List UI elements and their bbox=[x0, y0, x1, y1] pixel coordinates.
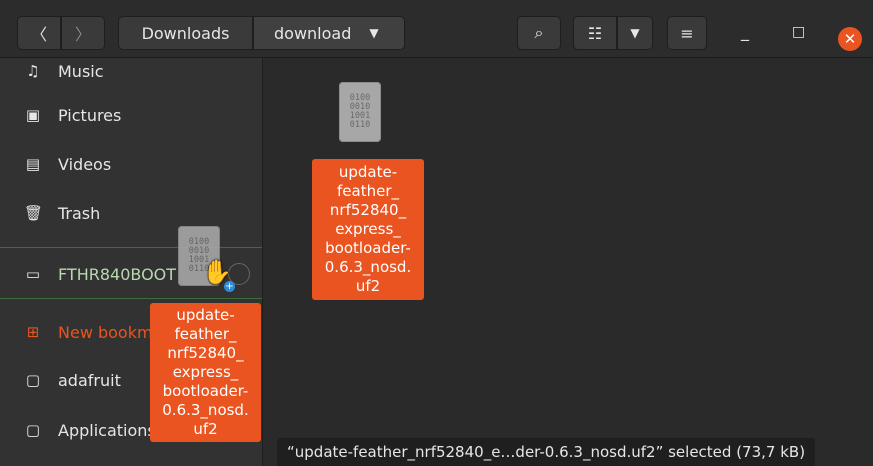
drag-file-name-label: update- feather_ nrf52840_ express_ boot… bbox=[150, 303, 261, 442]
file-name-line: express_ bbox=[335, 220, 401, 238]
view-toggle-button[interactable]: ☷ bbox=[573, 16, 617, 50]
file-name-line: bootloader- bbox=[162, 382, 249, 400]
folder-icon: ▢ bbox=[25, 421, 41, 439]
search-button[interactable]: ⌕ bbox=[517, 16, 561, 50]
breadcrumb-downloads[interactable]: Downloads bbox=[118, 16, 253, 50]
file-name-line: update- bbox=[176, 306, 235, 324]
file-name-line: nrf52840_ bbox=[167, 344, 244, 362]
file-name-line: bootloader- bbox=[325, 239, 411, 257]
hamburger-menu-icon: ≡ bbox=[680, 23, 694, 43]
sidebar-item-label: Pictures bbox=[58, 105, 122, 125]
close-icon: ✕ bbox=[843, 30, 857, 48]
drive-icon: ▭ bbox=[25, 265, 41, 283]
chevron-down-icon: ▼ bbox=[369, 26, 379, 40]
chevron-right-icon: 〉 bbox=[74, 25, 91, 44]
file-name-line: express_ bbox=[172, 363, 239, 381]
status-bar: “update-feather_nrf52840_e…der-0.6.3_nos… bbox=[277, 438, 816, 466]
binary-file-icon: 0100 0010 1001 0110 bbox=[339, 82, 381, 142]
forward-button[interactable]: 〉 bbox=[61, 16, 105, 50]
breadcrumb-label: Downloads bbox=[141, 23, 230, 43]
sidebar-item-videos[interactable]: ▤ Videos bbox=[0, 141, 262, 187]
search-icon: ⌕ bbox=[534, 23, 544, 42]
header-bar: 〈 〉 Downloads download ▼ ⌕ ☷ ▼ ≡ _ □ ✕ bbox=[0, 0, 873, 58]
bookmark-add-icon: ⊞ bbox=[26, 323, 40, 341]
file-name-line: feather_ bbox=[174, 325, 237, 343]
sidebar-item-label: Music bbox=[58, 61, 104, 81]
maximize-button[interactable]: □ bbox=[792, 24, 805, 40]
copy-badge-icon: + bbox=[224, 281, 235, 292]
sidebar-item-label: adafruit bbox=[58, 370, 121, 390]
file-name-line: feather_ bbox=[337, 182, 399, 200]
back-button[interactable]: 〈 bbox=[17, 16, 61, 50]
file-name-line: 0.6.3_nosd. bbox=[162, 401, 249, 419]
chevron-down-icon: ▼ bbox=[630, 26, 640, 40]
file-name-line: update- bbox=[338, 163, 398, 181]
file-view[interactable]: 0100 0010 1001 0110 update- feather_ nrf… bbox=[263, 58, 873, 466]
file-name-line: uf2 bbox=[193, 420, 218, 438]
breadcrumb-download[interactable]: download ▼ bbox=[253, 16, 405, 50]
main-menu-button[interactable]: ≡ bbox=[667, 16, 707, 50]
breadcrumb-label: download bbox=[274, 23, 352, 43]
close-button[interactable]: ✕ bbox=[838, 27, 862, 51]
sidebar-item-label: Applications bbox=[58, 420, 156, 440]
folder-icon: ▢ bbox=[25, 371, 41, 389]
sidebar-item-label: Trash bbox=[58, 203, 101, 223]
sidebar-item-label: Videos bbox=[58, 154, 112, 174]
sidebar-item-music[interactable]: ♫ Music bbox=[0, 58, 262, 94]
list-view-icon: ☷ bbox=[587, 23, 603, 43]
view-options-button[interactable]: ▼ bbox=[617, 16, 653, 50]
file-name-label: update- feather_ nrf52840_ express_ boot… bbox=[312, 159, 424, 300]
file-name-line: 0.6.3_nosd. bbox=[324, 258, 412, 276]
chevron-left-icon: 〈 bbox=[30, 25, 47, 44]
pictures-icon: ▣ bbox=[25, 106, 41, 124]
music-icon: ♫ bbox=[26, 62, 40, 80]
file-name-line: nrf52840_ bbox=[329, 201, 407, 219]
trash-icon: 🗑 bbox=[24, 204, 44, 222]
sidebar-item-pictures[interactable]: ▣ Pictures bbox=[0, 92, 262, 138]
minimize-button[interactable]: _ bbox=[741, 22, 749, 41]
videos-icon: ▤ bbox=[25, 155, 41, 173]
file-name-line: uf2 bbox=[355, 277, 381, 295]
file-manager-window: 〈 〉 Downloads download ▼ ⌕ ☷ ▼ ≡ _ □ ✕ ♫… bbox=[0, 0, 873, 466]
